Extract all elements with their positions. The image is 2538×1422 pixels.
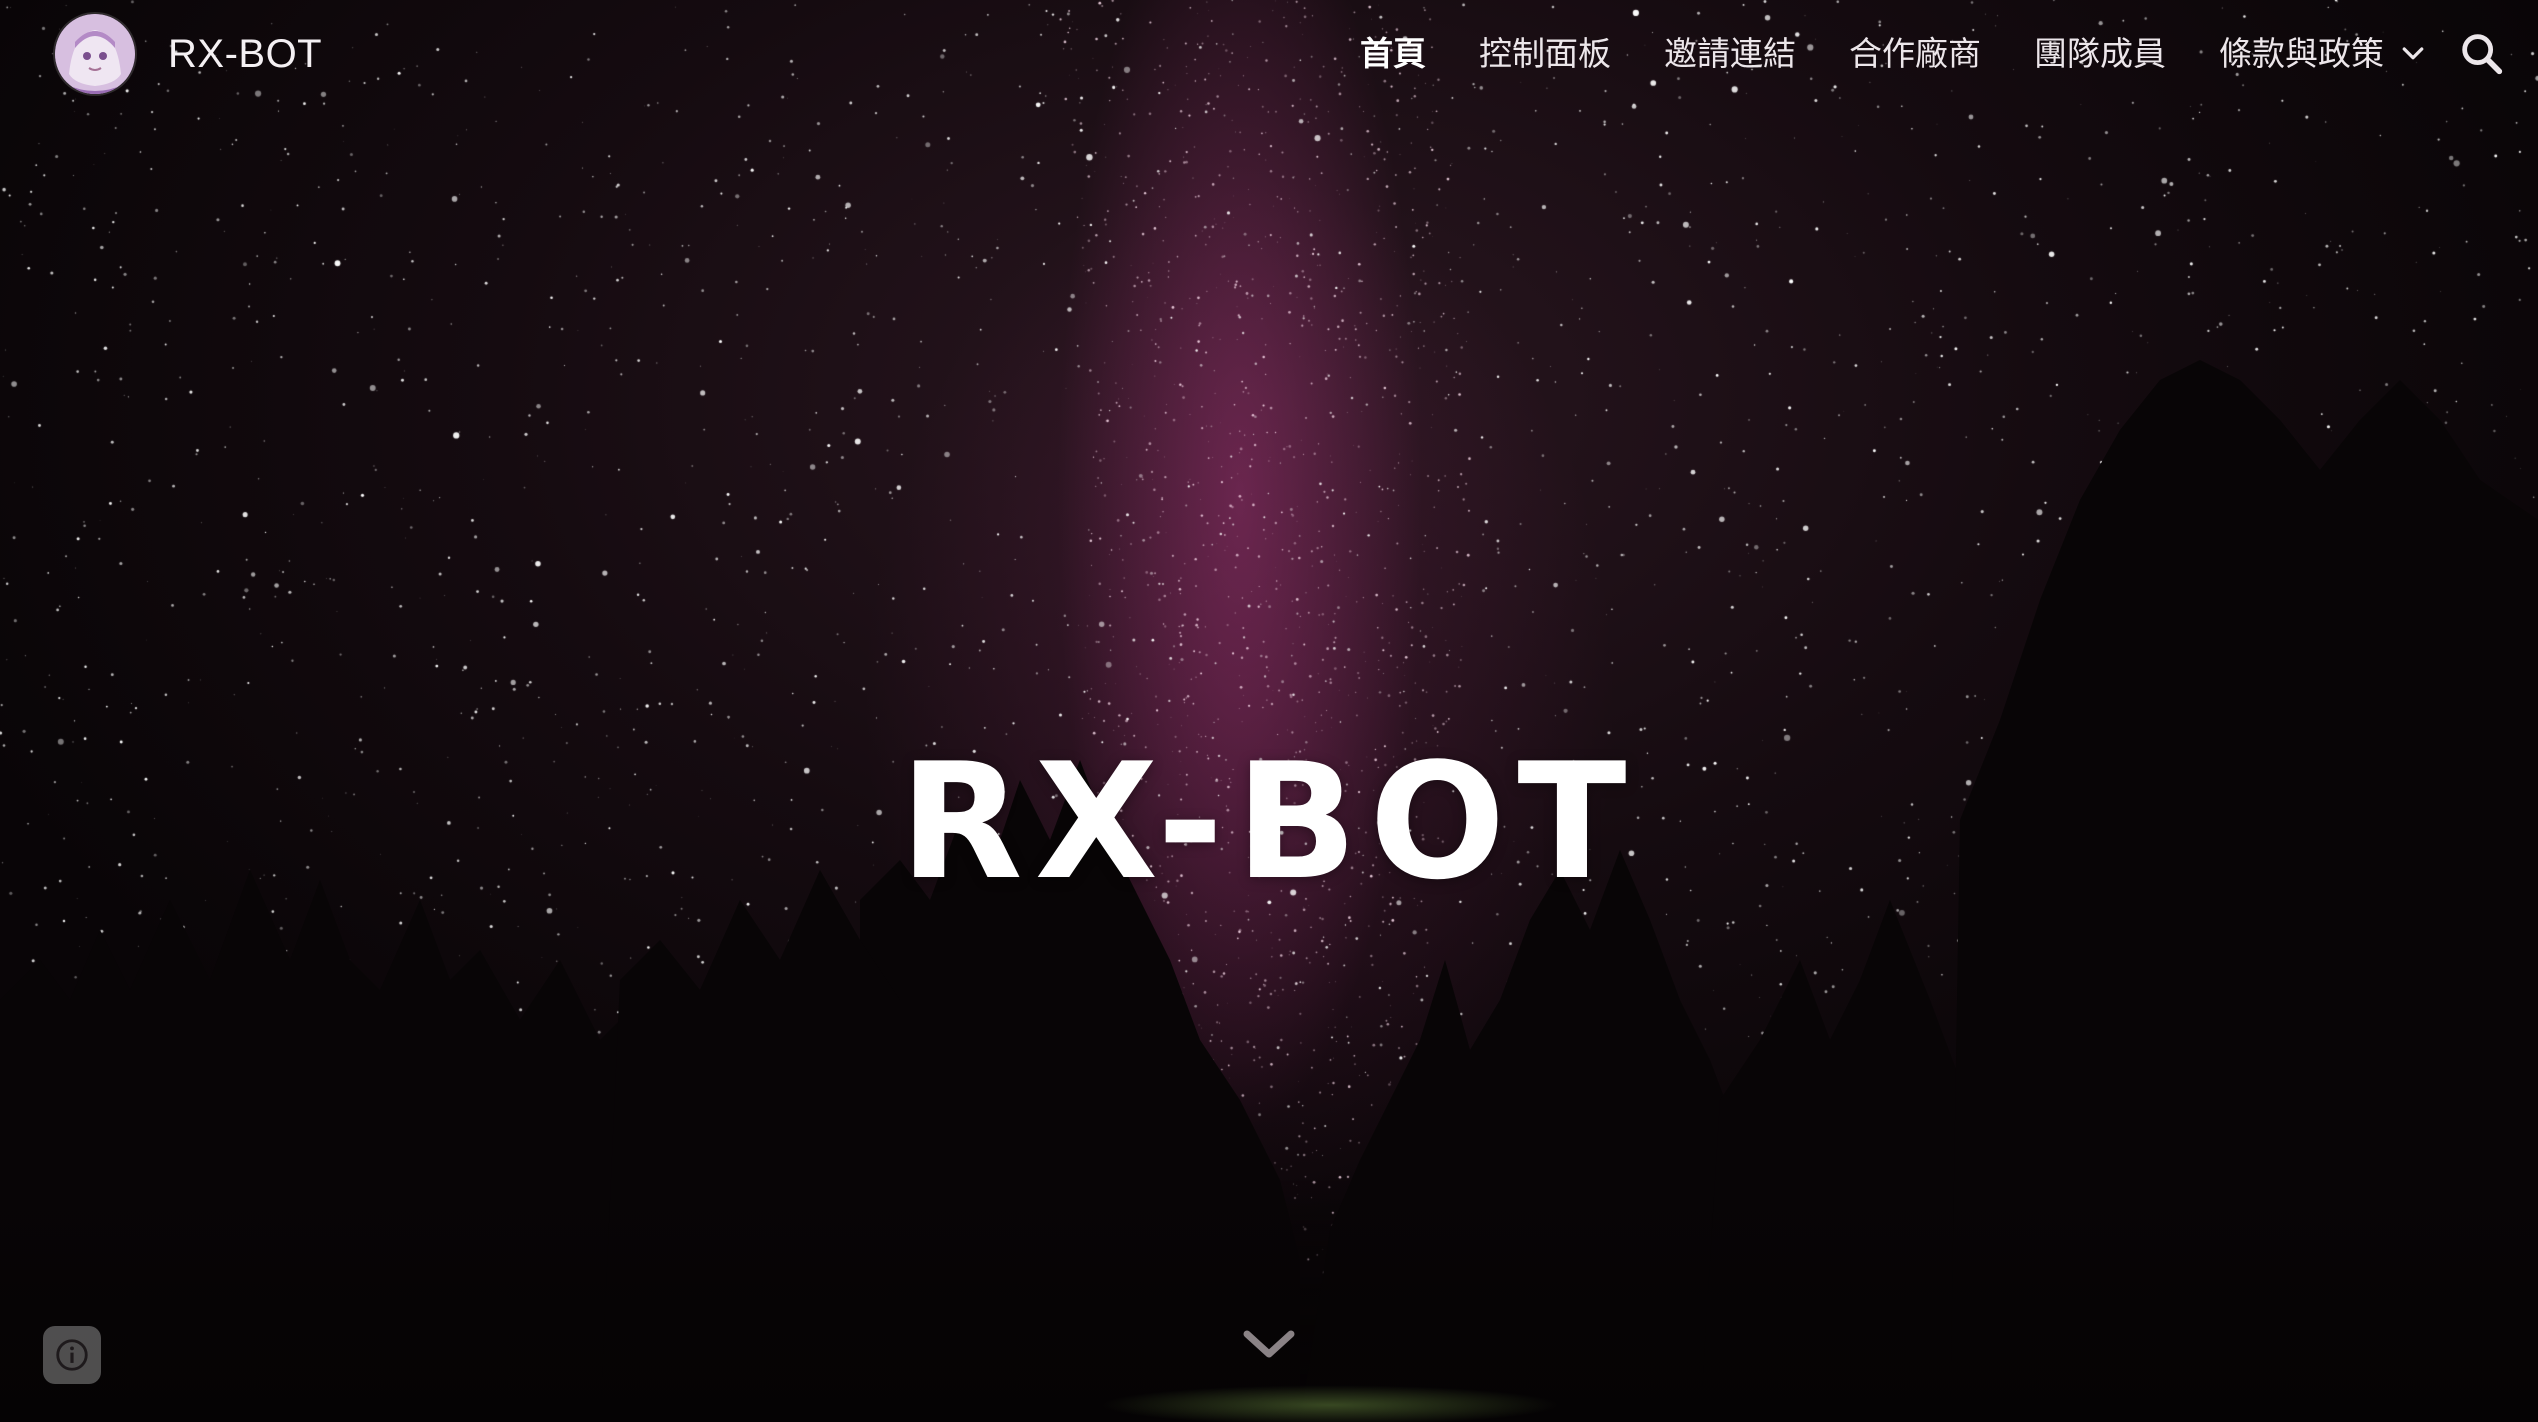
avatar-logo-icon[interactable] [55, 14, 135, 94]
tree-silhouettes [0, 360, 2538, 1422]
info-icon [56, 1339, 88, 1371]
chevron-down-icon [2402, 47, 2424, 60]
nav-item-invite-link[interactable]: 邀請連結 [1664, 22, 1796, 86]
main-nav: 首頁 控制面板 邀請連結 合作廠商 團隊成員 條款與政策 [1307, 22, 2428, 86]
nav-item-partners[interactable]: 合作廠商 [1849, 22, 1981, 86]
avatar-illustration [55, 14, 135, 94]
ground-light [1100, 1385, 1560, 1422]
nav-item-dashboard[interactable]: 控制面板 [1479, 22, 1611, 86]
info-button[interactable] [43, 1326, 101, 1384]
nav-item-team[interactable]: 團隊成員 [2034, 22, 2166, 86]
chevron-down-icon[interactable] [1237, 1320, 1301, 1370]
nav-item-home[interactable]: 首頁 [1360, 22, 1426, 86]
site-title[interactable]: RX-BOT [168, 26, 322, 82]
hero-section: RX-BOT 首頁 控制面板 邀請連結 合作廠商 團隊成員 條款與政策 RX-B… [0, 0, 2538, 1422]
hero-title: RX-BOT [899, 728, 1639, 916]
search-icon[interactable] [2456, 28, 2508, 80]
nav-dropdown-label: 條款與政策 [2219, 34, 2384, 73]
top-navigation-bar: RX-BOT 首頁 控制面板 邀請連結 合作廠商 團隊成員 條款與政策 [0, 0, 2538, 110]
nav-dropdown-terms[interactable]: 條款與政策 [2219, 22, 2428, 86]
